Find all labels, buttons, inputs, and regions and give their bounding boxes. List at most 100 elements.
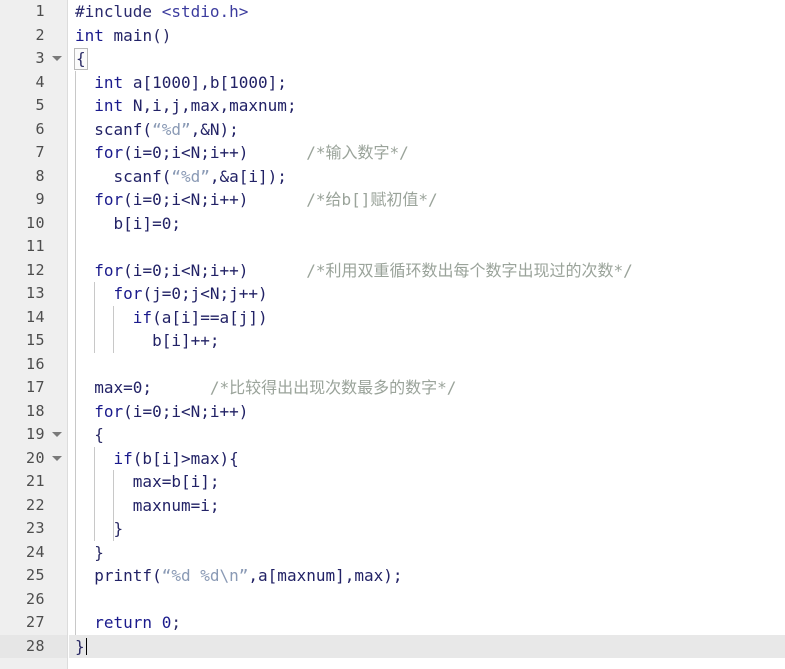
- line-number: 6: [35, 119, 45, 138]
- code-line[interactable]: for(i=0;i<N;i++) /*输入数字*/: [69, 141, 785, 165]
- code-token: int: [94, 72, 124, 92]
- fold-triangle-down-icon[interactable]: [52, 56, 62, 61]
- code-line-text: b[i]++;: [69, 329, 219, 353]
- gutter-row[interactable]: 6: [0, 118, 67, 142]
- code-token: }: [113, 519, 124, 538]
- code-line[interactable]: max=0; /*比较得出出现次数最多的数字*/: [69, 376, 785, 400]
- code-line[interactable]: int N,i,j,max,maxnum;: [69, 94, 785, 118]
- code-line-text: return 0;: [69, 611, 181, 635]
- line-number: 27: [25, 613, 45, 631]
- line-number: 14: [25, 307, 45, 326]
- code-line[interactable]: {: [69, 423, 785, 447]
- gutter-row[interactable]: 15: [0, 329, 67, 353]
- gutter-row[interactable]: 26: [0, 588, 67, 612]
- code-line[interactable]: return 0;: [69, 611, 785, 635]
- fold-triangle-down-icon[interactable]: [52, 455, 62, 461]
- code-token: /*输入数字*/: [306, 143, 409, 162]
- code-line[interactable]: [69, 235, 785, 259]
- code-line[interactable]: [69, 587, 785, 611]
- indent-guide: [75, 352, 76, 376]
- code-editor[interactable]: 1 2 3 4 5 6 7 8 9 10 11 12 13 14 15 16 17 18 19 20 21 22 23 24 2…: [0, 0, 785, 669]
- code-line[interactable]: for(j=0;j<N;j++): [69, 282, 785, 306]
- line-number: 13: [25, 284, 45, 302]
- code-line[interactable]: for(i=0;i<N;i++) /*给b[]赋初值*/: [69, 188, 785, 212]
- gutter-row[interactable]: 4: [0, 71, 67, 95]
- code-line-text: if(b[i]>max){: [69, 447, 239, 471]
- gutter-row[interactable]: 18: [0, 400, 67, 424]
- code-line[interactable]: }: [69, 634, 785, 658]
- code-token: (a[i]==a[j]): [152, 307, 268, 327]
- code-line[interactable]: b[i]++;: [69, 329, 785, 353]
- code-token: if: [132, 307, 153, 327]
- gutter-row[interactable]: 3: [0, 47, 67, 71]
- gutter-row[interactable]: 2: [0, 24, 67, 48]
- line-number-gutter[interactable]: 1 2 3 4 5 6 7 8 9 10 11 12 13 14 15 16 17 18 19 20 21 22 23 24 2…: [0, 0, 68, 669]
- gutter-row[interactable]: 1: [0, 0, 67, 24]
- code-text-area[interactable]: #include <stdio.h> int main(){ int a[1000…: [69, 0, 785, 669]
- code-line[interactable]: printf(“%d %d\n”,a[maxnum],max);: [69, 564, 785, 588]
- code-token: main: [113, 25, 153, 45]
- code-line[interactable]: b[i]=0;: [69, 211, 785, 235]
- code-line[interactable]: for(i=0;i<N;i++) /*利用双重循环数出每个数字出现过的次数*/: [69, 258, 785, 282]
- code-line[interactable]: #include <stdio.h>: [69, 0, 785, 24]
- indent-guide: [75, 587, 76, 611]
- gutter-row[interactable]: 17: [0, 376, 67, 400]
- code-line[interactable]: }: [69, 540, 785, 564]
- code-token: “%d”: [171, 166, 210, 186]
- code-line[interactable]: scanf(“%d”,&N);: [69, 117, 785, 141]
- code-line[interactable]: maxnum=i;: [69, 493, 785, 517]
- code-line-text: for(i=0;i<N;i++) /*给b[]赋初值*/: [69, 188, 437, 212]
- code-token: }: [75, 636, 85, 656]
- matching-brace-highlight: {: [74, 48, 88, 70]
- code-line[interactable]: int main(): [69, 24, 785, 48]
- gutter-row[interactable]: 8: [0, 165, 67, 189]
- code-line[interactable]: for(i=0;i<N;i++): [69, 399, 785, 424]
- gutter-row[interactable]: 19: [0, 423, 67, 447]
- line-number: 24: [25, 542, 45, 561]
- code-line[interactable]: int a[1000],b[1000];: [69, 70, 785, 95]
- gutter-row[interactable]: 5: [0, 94, 67, 118]
- code-line[interactable]: scanf(“%d”,&a[i]);: [69, 164, 785, 188]
- code-token: (j=0;j<N;j++): [142, 284, 268, 303]
- gutter-row[interactable]: 9: [0, 188, 67, 212]
- gutter-row[interactable]: 24: [0, 541, 67, 565]
- code-token: for: [94, 190, 124, 209]
- code-line-text: int a[1000],b[1000];: [69, 71, 287, 95]
- line-number: 22: [25, 495, 45, 514]
- gutter-row[interactable]: 21: [0, 470, 67, 494]
- gutter-row[interactable]: 27: [0, 611, 67, 635]
- code-line[interactable]: if(a[i]==a[j]): [69, 305, 785, 329]
- code-line[interactable]: [69, 352, 785, 376]
- gutter-row[interactable]: 16: [0, 353, 67, 377]
- code-line[interactable]: {: [69, 47, 785, 71]
- code-token: maxnum=i;: [132, 495, 220, 515]
- gutter-row[interactable]: 11: [0, 235, 67, 259]
- code-line[interactable]: if(b[i]>max){: [69, 446, 785, 471]
- gutter-row[interactable]: 28: [0, 634, 67, 658]
- code-line[interactable]: }: [69, 517, 785, 541]
- gutter-row[interactable]: 14: [0, 306, 67, 330]
- gutter-row[interactable]: 22: [0, 494, 67, 518]
- line-number: 9: [35, 190, 45, 208]
- line-number: 10: [25, 213, 45, 232]
- code-token: printf(: [94, 566, 162, 585]
- gutter-row[interactable]: 10: [0, 212, 67, 236]
- code-line-text: for(i=0;i<N;i++): [69, 400, 248, 424]
- fold-triangle-down-icon[interactable]: [52, 432, 62, 437]
- code-token: for: [94, 401, 124, 421]
- gutter-row[interactable]: 20: [0, 447, 67, 471]
- code-line[interactable]: max=b[i];: [69, 470, 785, 494]
- gutter-row[interactable]: 12: [0, 259, 67, 283]
- code-token: ,&a[i]);: [209, 166, 287, 186]
- gutter-row[interactable]: 23: [0, 517, 67, 541]
- gutter-row[interactable]: 7: [0, 141, 67, 165]
- gutter-row[interactable]: 13: [0, 282, 67, 306]
- gutter-row[interactable]: 25: [0, 564, 67, 588]
